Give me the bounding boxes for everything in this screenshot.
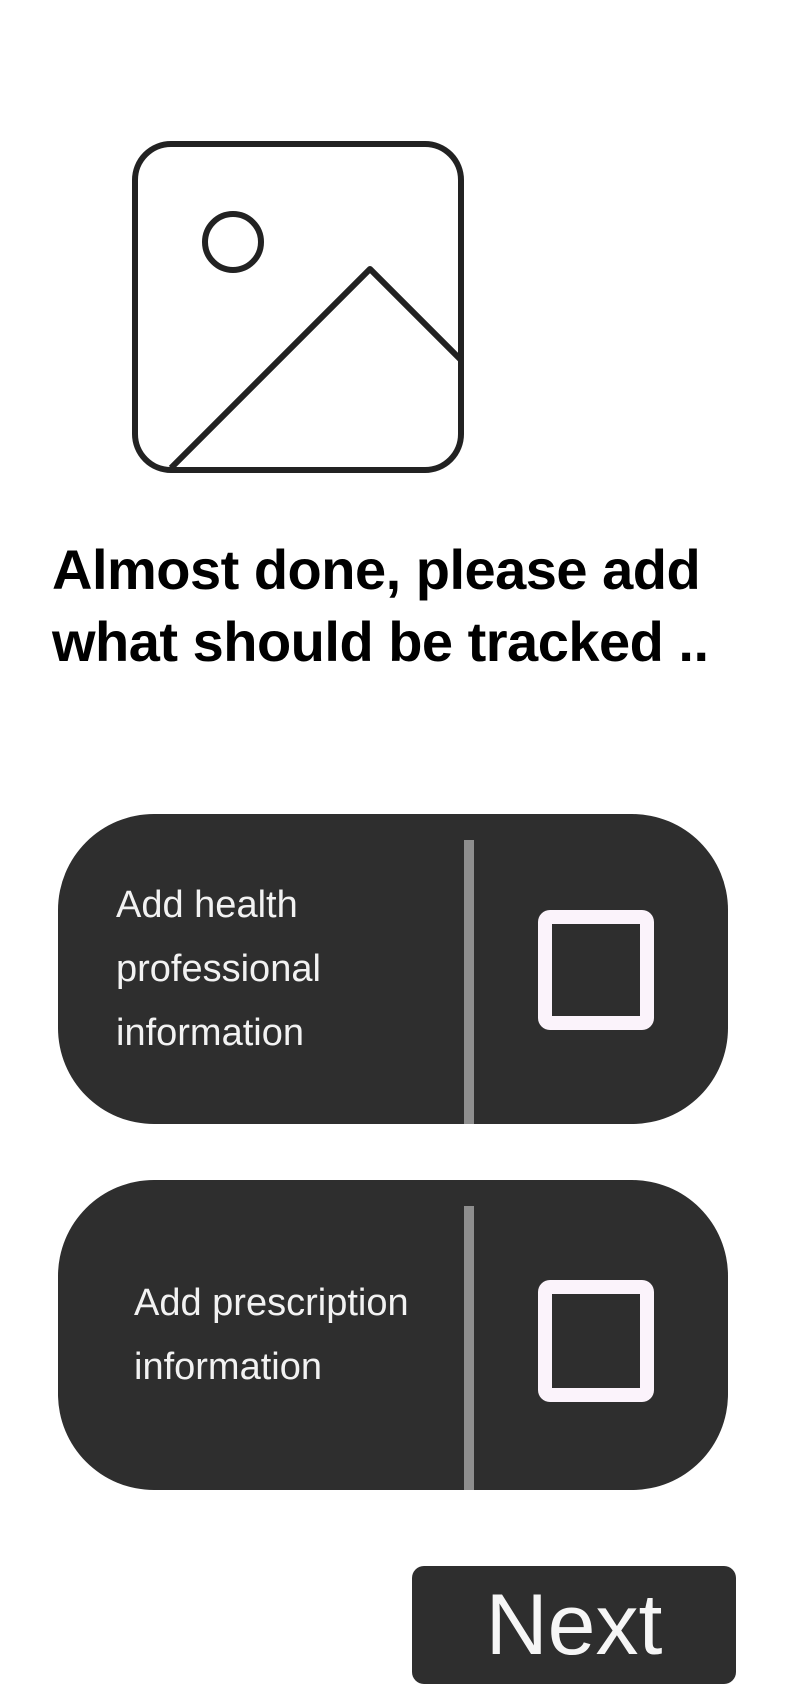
option-prescription[interactable]: Add prescription information [58, 1180, 728, 1490]
option-label: Add prescription information [134, 1282, 409, 1388]
option-label: Add health professional information [116, 884, 321, 1054]
health-professional-checkbox[interactable] [538, 910, 654, 1030]
prescription-checkbox[interactable] [538, 1280, 654, 1402]
image-placeholder-icon [132, 141, 464, 473]
option-divider [464, 1206, 474, 1490]
next-button[interactable]: Next [412, 1566, 736, 1684]
page-title: Almost done, please add what should be t… [52, 538, 709, 673]
option-divider [464, 840, 474, 1124]
option-health-professional[interactable]: Add health professional information [58, 814, 728, 1124]
